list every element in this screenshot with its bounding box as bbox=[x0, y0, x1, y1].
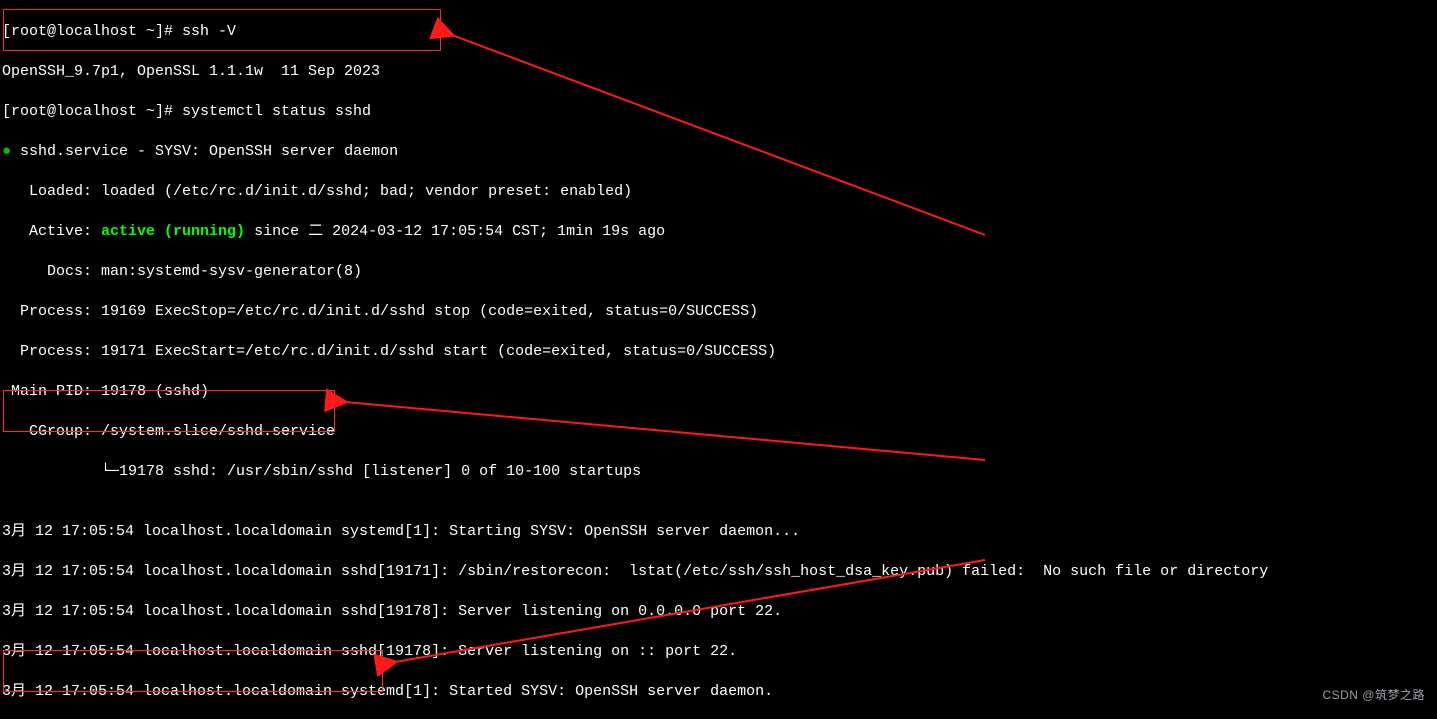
terminal-line: OpenSSH_9.7p1, OpenSSL 1.1.1w 11 Sep 202… bbox=[2, 62, 1435, 82]
status-dot-icon: ● bbox=[2, 143, 11, 160]
terminal-line: 3月 12 17:05:54 localhost.localdomain ssh… bbox=[2, 642, 1435, 662]
terminal-line: 3月 12 17:05:54 localhost.localdomain sys… bbox=[2, 682, 1435, 702]
terminal-line: Loaded: loaded (/etc/rc.d/init.d/sshd; b… bbox=[2, 182, 1435, 202]
terminal-line: ● sshd.service - SYSV: OpenSSH server da… bbox=[2, 142, 1435, 162]
terminal-line: 3月 12 17:05:54 localhost.localdomain sys… bbox=[2, 522, 1435, 542]
terminal-line: Process: 19171 ExecStart=/etc/rc.d/init.… bbox=[2, 342, 1435, 362]
service-desc: sshd.service - SYSV: OpenSSH server daem… bbox=[11, 143, 398, 160]
terminal-line: Docs: man:systemd-sysv-generator(8) bbox=[2, 262, 1435, 282]
watermark: CSDN @筑梦之路 bbox=[1322, 685, 1425, 705]
terminal-line: CGroup: /system.slice/sshd.service bbox=[2, 422, 1435, 442]
terminal-line: 3月 12 17:05:54 localhost.localdomain ssh… bbox=[2, 602, 1435, 622]
terminal-line: 3月 12 17:05:54 localhost.localdomain ssh… bbox=[2, 562, 1435, 582]
active-status: active (running) bbox=[101, 223, 245, 240]
terminal-line: [root@localhost ~]# systemctl status ssh… bbox=[2, 102, 1435, 122]
terminal-line: Active: active (running) since 二 2024-03… bbox=[2, 222, 1435, 242]
terminal-line: Main PID: 19178 (sshd) bbox=[2, 382, 1435, 402]
terminal-output: [root@localhost ~]# ssh -V OpenSSH_9.7p1… bbox=[0, 0, 1437, 719]
terminal-line: └─19178 sshd: /usr/sbin/sshd [listener] … bbox=[2, 462, 1435, 482]
terminal-line: [root@localhost ~]# ssh -V bbox=[2, 22, 1435, 42]
terminal-line: Process: 19169 ExecStop=/etc/rc.d/init.d… bbox=[2, 302, 1435, 322]
